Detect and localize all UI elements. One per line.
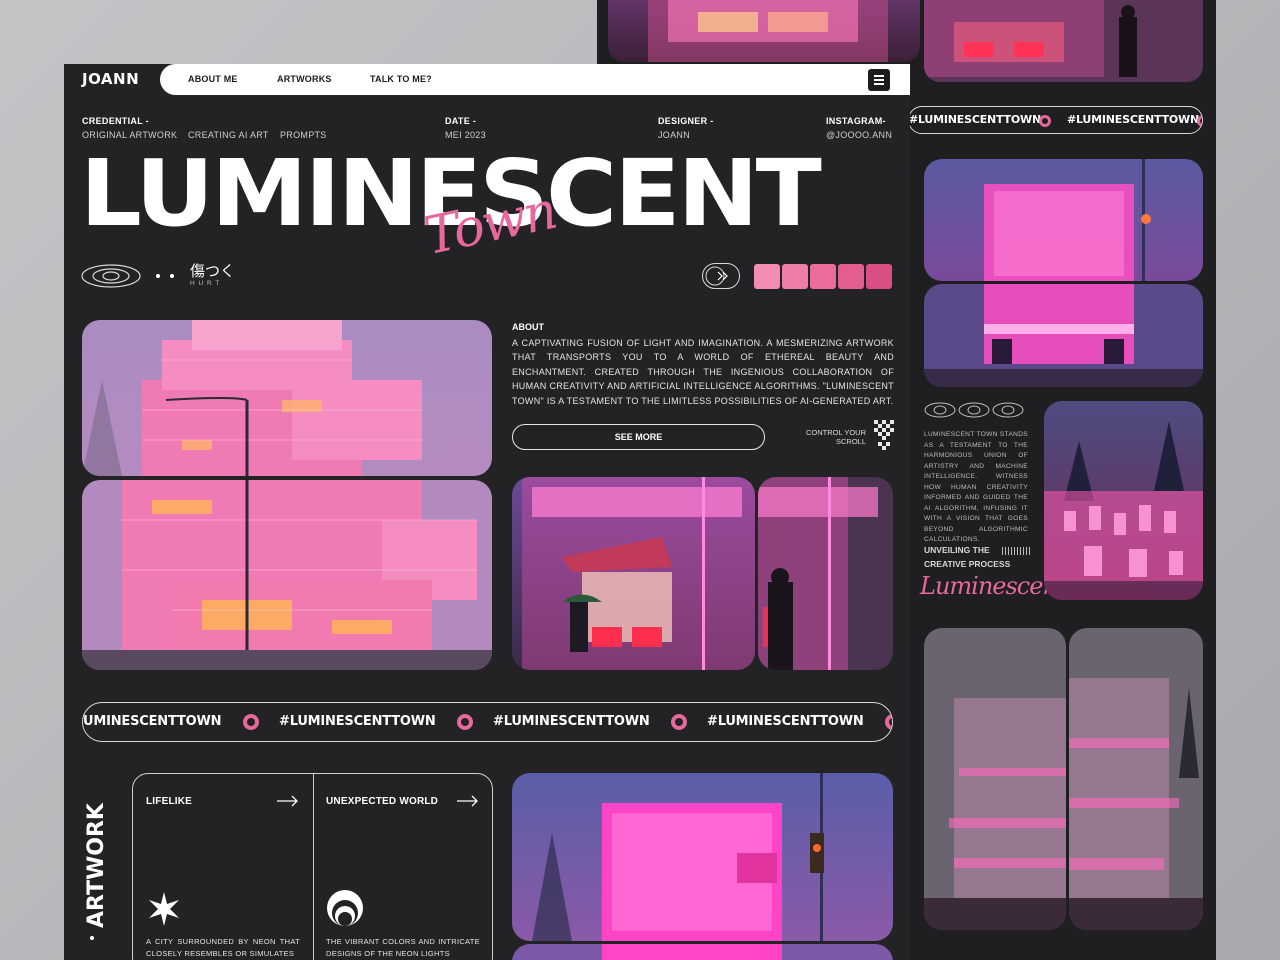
eye-icons bbox=[924, 402, 1024, 418]
ticker-item: #LUMINESCENTTOWN bbox=[707, 714, 864, 729]
palette-swatch bbox=[782, 264, 808, 289]
barcode-icon bbox=[1002, 547, 1030, 555]
credential-label: CREDENTIAL - bbox=[82, 116, 149, 126]
artwork-image-foggy-building-right bbox=[1069, 628, 1203, 930]
flower-icon bbox=[1197, 115, 1202, 127]
main-mockup-page: JOANN ABOUT ME ARTWORKS TALK TO ME? CRED… bbox=[64, 64, 910, 960]
artwork-image-cube-below bbox=[512, 944, 893, 960]
ticker-item: #LUMINESCENTTOWN bbox=[493, 714, 650, 729]
starburst-icon bbox=[149, 892, 179, 926]
artwork-image-main-building-top bbox=[82, 320, 492, 476]
artwork-image-forest-pink bbox=[1044, 401, 1203, 600]
menu-line bbox=[874, 75, 884, 77]
card-divider bbox=[313, 774, 314, 960]
artwork-image-cube-main bbox=[512, 773, 893, 941]
arrow-right-icon[interactable] bbox=[277, 795, 299, 807]
instagram-handle[interactable]: @JOOOO.ANN bbox=[826, 130, 892, 140]
nav-link-about-me[interactable]: ABOUT ME bbox=[188, 74, 238, 84]
side-subtitle-line2: CREATIVE PROCESS bbox=[924, 559, 1011, 569]
artwork-vertical-title: ARTWORK bbox=[84, 803, 109, 928]
hamburger-menu-button[interactable] bbox=[868, 69, 890, 91]
card-title-unexpected-world: UNEXPECTED WORLD bbox=[326, 796, 439, 807]
dot-divider bbox=[170, 274, 174, 278]
instagram-label: INSTAGRAM- bbox=[826, 116, 886, 126]
feature-cards: LIFELIKE A CITY SURROUNDED BY NEON THAT … bbox=[132, 773, 493, 960]
hashtag-ticker: UMINESCENTTOWN #LUMINESCENTTOWN #LUMINES… bbox=[82, 702, 893, 742]
nav-pill: ABOUT ME ARTWORKS TALK TO ME? bbox=[160, 64, 910, 95]
japanese-text: 傷つく bbox=[190, 262, 236, 280]
color-palette bbox=[754, 264, 894, 289]
menu-line bbox=[874, 83, 884, 85]
forward-arrow-button[interactable] bbox=[702, 263, 740, 289]
artwork-image-bus-cube-bottom bbox=[924, 284, 1203, 387]
palette-swatch bbox=[810, 264, 836, 289]
rings-icon bbox=[327, 890, 363, 926]
logo[interactable]: JOANN bbox=[82, 70, 139, 88]
flower-icon bbox=[671, 714, 687, 730]
artwork-image-foggy-building-left bbox=[924, 628, 1066, 930]
menu-line bbox=[874, 79, 884, 81]
artwork-image-kiosk-top bbox=[608, 0, 920, 62]
back-hashtag-ticker: #LUMINESCENTTOWN #LUMINESCENTTOWN bbox=[908, 106, 1203, 134]
scroll-hint: CONTROL YOUR SCROLL bbox=[805, 428, 866, 446]
artwork-image-kiosk-right bbox=[758, 477, 893, 670]
palette-swatch bbox=[838, 264, 864, 289]
card-desc-unexpected-world: THE VIBRANT COLORS AND INTRICATE DESIGNS… bbox=[326, 937, 480, 958]
navbar: JOANN ABOUT ME ARTWORKS TALK TO ME? bbox=[64, 64, 910, 95]
ticker-item: UMINESCENTTOWN bbox=[83, 714, 222, 729]
japanese-subtext: H U R T bbox=[190, 280, 221, 287]
designer-label: DESIGNER - bbox=[658, 116, 714, 126]
see-more-button[interactable]: SEE MORE bbox=[512, 424, 765, 450]
ticker-item: #LUMINESCENTTOWN bbox=[279, 714, 436, 729]
artwork-image-street-top bbox=[924, 0, 1203, 82]
about-description: A CAPTIVATING FUSION OF LIGHT AND IMAGIN… bbox=[512, 338, 894, 406]
back-ticker-item: #LUMINESCENTTOWN bbox=[909, 113, 1041, 126]
arrow-right-icon[interactable] bbox=[457, 795, 479, 807]
artwork-image-kiosk-left bbox=[512, 477, 755, 670]
back-ticker-item: #LUMINESCENTTOWN bbox=[1067, 113, 1199, 126]
side-description: LUMINESCENT TOWN STANDS AS A TESTAMENT T… bbox=[924, 431, 1028, 543]
date-label: DATE - bbox=[445, 116, 477, 126]
nav-link-artworks[interactable]: ARTWORKS bbox=[277, 74, 332, 84]
card-desc-lifelike: A CITY SURROUNDED BY NEON THAT CLOSELY R… bbox=[146, 937, 300, 958]
eye-icon bbox=[81, 264, 141, 288]
card-title-lifelike: LIFELIKE bbox=[146, 796, 193, 807]
flower-icon bbox=[1039, 115, 1051, 127]
about-label: ABOUT bbox=[512, 322, 544, 332]
artwork-image-bus-cube-top bbox=[924, 159, 1203, 281]
dot-divider bbox=[156, 274, 160, 278]
dot-divider bbox=[90, 936, 94, 940]
flower-icon bbox=[457, 714, 473, 730]
artwork-image-main-building-bottom bbox=[82, 480, 492, 670]
flower-icon bbox=[885, 714, 892, 730]
palette-swatch bbox=[866, 264, 892, 289]
checker-scroll-icon bbox=[874, 420, 894, 450]
side-subtitle-line1: UNVEILING THE bbox=[924, 545, 990, 555]
nav-link-talk-to-me[interactable]: TALK TO ME? bbox=[370, 74, 432, 84]
flower-icon bbox=[243, 714, 259, 730]
double-chevron-icon bbox=[705, 266, 728, 286]
palette-swatch bbox=[754, 264, 780, 289]
